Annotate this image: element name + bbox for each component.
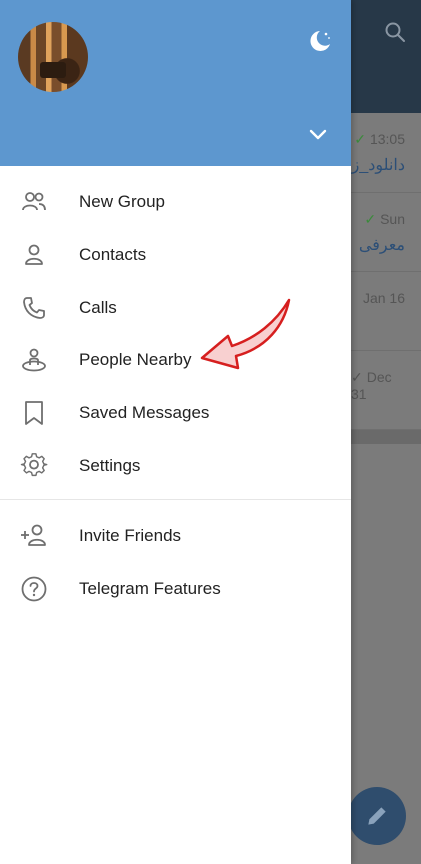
pencil-icon [368,807,386,825]
question-icon [21,576,47,602]
menu-item-label: Saved Messages [79,403,210,422]
menu-item-contacts[interactable]: Contacts [0,229,351,281]
read-check-icon: ✓ [351,369,363,385]
phone-icon [23,297,45,319]
chat-row[interactable]: Jan 16 [351,272,421,351]
menu-item-new-group[interactable]: New Group [0,176,351,228]
menu-item-label: Telegram Features [79,579,221,598]
menu-item-telegram-features[interactable]: Telegram Features [0,563,351,615]
chat-snippet: دانلود_ز [351,157,405,174]
read-check-icon: ✓ [364,211,377,227]
menu-item-label: Contacts [79,245,147,264]
chevron-down-icon[interactable] [308,124,328,144]
chat-time: Sun [380,211,405,227]
menu-item-label: Invite Friends [79,526,182,545]
chat-row[interactable]: ✓ Dec 31 [351,351,421,430]
chat-time: 13:05 [369,131,405,147]
menu-item-people-nearby[interactable]: People Nearby [0,334,351,386]
menu-item-label: New Group [79,192,165,211]
search-icon[interactable] [383,20,407,44]
people-nearby-icon [22,348,46,372]
menu-divider [0,499,351,500]
night-mode-icon[interactable] [306,28,332,54]
person-icon [25,244,43,265]
compose-button[interactable] [348,787,406,845]
group-icon [22,192,46,211]
menu-item-settings[interactable]: Settings [0,440,351,492]
gear-icon [20,453,48,477]
menu-item-label: Calls [79,298,117,317]
menu-item-invite-friends[interactable]: Invite Friends [0,510,351,562]
menu-item-calls[interactable]: Calls [0,282,351,334]
annotation-arrow-icon [200,298,291,370]
menu-item-label: People Nearby [79,350,192,369]
chat-row[interactable]: ✓ Sun معرفی [351,193,421,272]
menu-item-label: Settings [79,456,141,475]
avatar[interactable] [18,22,88,92]
list-divider [351,430,421,444]
chat-snippet: معرفی [358,237,405,254]
bookmark-icon [25,401,43,425]
chat-time: Jan 16 [362,290,405,306]
chat-row[interactable]: ✓ 13:05 دانلود_ز [351,113,421,193]
add-person-icon [21,524,46,546]
read-check-icon: ✓ [354,131,366,147]
navigation-drawer: New Group Contacts Calls People Nearby S… [0,0,351,864]
drawer-header [0,0,351,166]
menu-item-saved-messages[interactable]: Saved Messages [0,387,351,439]
